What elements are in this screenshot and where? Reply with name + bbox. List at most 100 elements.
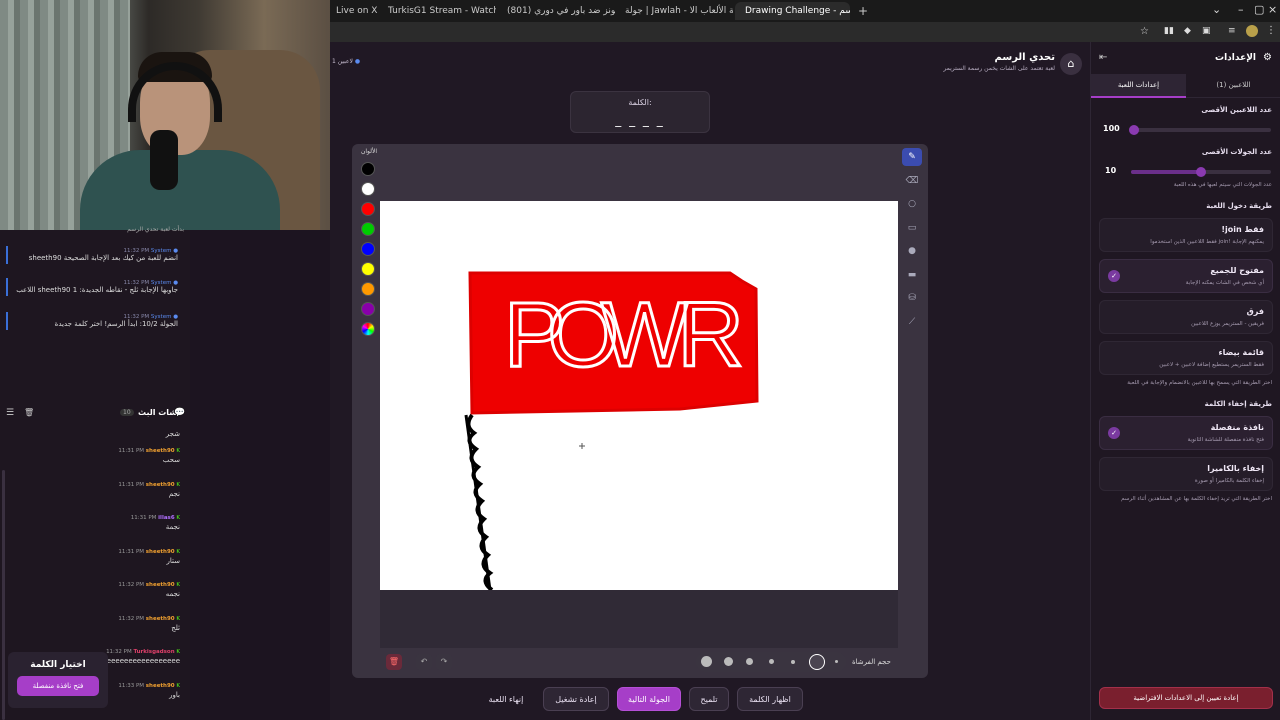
menu-icon[interactable]: ⋮ bbox=[1266, 25, 1276, 36]
max-rounds-slider[interactable] bbox=[1131, 167, 1271, 177]
chat-message: 11:32 PM sheeth90 K نجمه bbox=[118, 582, 180, 598]
kick-badge-icon: K bbox=[174, 481, 180, 488]
collapse-panel-icon[interactable]: ⇤ bbox=[1099, 52, 1107, 63]
settings-tabs: إعدادات اللعبة اللاعبين (1) bbox=[1091, 74, 1280, 98]
max-players-slider[interactable] bbox=[1128, 125, 1271, 135]
brush-size-xl[interactable] bbox=[701, 656, 712, 667]
browser-tab-1[interactable]: TurkisG1 Stream - Watch Live o × bbox=[378, 2, 496, 20]
chat-username[interactable]: illas6 bbox=[158, 515, 174, 521]
circle-outline-icon[interactable]: ○ bbox=[902, 195, 922, 213]
slider-knob[interactable] bbox=[1128, 125, 1139, 135]
trash-icon[interactable]: 🗑 bbox=[24, 408, 34, 417]
chat-username[interactable]: sheeth90 bbox=[146, 448, 175, 454]
settings-panel: ⇤ الإعدادات ⚙ إعدادات اللعبة اللاعبين (1… bbox=[1090, 42, 1280, 720]
kick-badge-icon: K bbox=[174, 649, 180, 655]
drawing-canvas[interactable]: POW R bbox=[380, 201, 898, 592]
rectangle-fill-icon[interactable]: ▬ bbox=[902, 266, 922, 284]
end-game-button[interactable]: إنهاء اللعبة bbox=[478, 687, 534, 711]
join-option[interactable]: فرق فريقين - الستريمر يوزع اللاعبين bbox=[1099, 300, 1273, 334]
hide-option[interactable]: نافذة منفصلة فتح نافذة منفصلة للشاشة الثا… bbox=[1099, 416, 1273, 450]
check-icon: ✓ bbox=[1108, 427, 1120, 439]
brush-size-sm[interactable] bbox=[769, 659, 774, 664]
restart-button[interactable]: إعادة تشغيل bbox=[543, 687, 609, 711]
slider-knob[interactable] bbox=[1196, 167, 1206, 177]
fill-bucket-icon[interactable]: ⛁ bbox=[902, 289, 922, 307]
hide-option[interactable]: إخفاء بالكاميرا إخفاء الكلمة بالكاميرا أو… bbox=[1099, 457, 1273, 491]
chat-scrollbar[interactable] bbox=[2, 470, 5, 720]
undo-button[interactable]: ↶ bbox=[416, 654, 432, 670]
chat-message: 11:31 PM sheeth90 K ستار bbox=[118, 548, 180, 565]
brush-size-md[interactable] bbox=[746, 658, 753, 665]
tune-icon[interactable]: ≡ bbox=[1228, 26, 1236, 36]
chat-message: 11:31 PM sheeth90 K نجم bbox=[118, 481, 180, 498]
color-swatch[interactable] bbox=[361, 162, 375, 176]
next-round-button[interactable]: الجولة التالية bbox=[617, 687, 681, 711]
join-option[interactable]: قائمة بيضاء فقط الستريمر يستطيع إضافة لاع… bbox=[1099, 341, 1273, 375]
diamond-icon[interactable]: ◆ bbox=[1184, 26, 1191, 36]
word-display: الكلمة: _ _ _ _ bbox=[570, 91, 710, 133]
chat-username[interactable]: sheeth90 bbox=[146, 482, 175, 488]
webcam-overlay bbox=[0, 0, 330, 230]
color-swatch[interactable] bbox=[361, 222, 375, 236]
dropdown-icon[interactable]: ⌄ bbox=[1212, 3, 1221, 16]
circle-fill-icon[interactable]: ● bbox=[902, 242, 922, 260]
pencil-icon[interactable]: ✎ bbox=[902, 148, 922, 166]
color-swatch[interactable] bbox=[361, 282, 375, 296]
line-icon[interactable]: ⟋ bbox=[902, 313, 922, 331]
star-icon[interactable]: ☆ bbox=[1140, 26, 1149, 37]
list-icon[interactable]: ☰ bbox=[6, 408, 14, 418]
color-swatch[interactable] bbox=[361, 242, 375, 256]
brush-size-xs[interactable] bbox=[791, 660, 795, 664]
tab-players[interactable]: اللاعبين (1) bbox=[1186, 74, 1280, 98]
browser-tab-4[interactable]: Drawing Challenge - تحدي الرسم × bbox=[735, 2, 850, 20]
color-swatch[interactable] bbox=[361, 262, 375, 276]
reset-defaults-button[interactable]: إعادة تعيين إلى الاعدادات الافتراضية bbox=[1099, 687, 1273, 709]
color-swatch[interactable] bbox=[361, 202, 375, 216]
brush-size-lg[interactable] bbox=[724, 657, 733, 666]
puzzle-icon[interactable]: ▣ bbox=[1202, 26, 1211, 36]
brush-size-xxs[interactable] bbox=[835, 660, 838, 663]
left-chat-panel: بدأت لعبة تحدي الرسم 11:32 PM System ● s… bbox=[0, 226, 190, 720]
eraser-icon[interactable]: ⌫ bbox=[902, 172, 922, 190]
brush-size-selected[interactable] bbox=[809, 654, 825, 670]
custom-color-picker[interactable] bbox=[361, 322, 375, 336]
redo-button[interactable]: ↷ bbox=[436, 654, 452, 670]
maximize-icon[interactable]: ▢ bbox=[1254, 3, 1264, 16]
color-swatch[interactable] bbox=[361, 182, 375, 196]
chat-username[interactable]: Turkisgadson bbox=[133, 649, 174, 655]
browser-tab-2[interactable]: (801) فالكونز ضد باور في دوري × bbox=[497, 2, 615, 20]
chat-message: 11:31 PM sheeth90 K سحب bbox=[118, 448, 180, 464]
tab-game-settings[interactable]: إعدادات اللعبة bbox=[1091, 74, 1186, 98]
home-button[interactable]: ⌂ bbox=[1060, 53, 1082, 75]
extension-icon[interactable]: ▮▮ bbox=[1164, 26, 1174, 36]
check-icon: ✓ bbox=[1108, 270, 1120, 282]
window-close-icon[interactable]: × bbox=[1268, 3, 1277, 16]
max-players-label: عدد اللاعبين الأقصى bbox=[1201, 106, 1272, 114]
join-option[interactable]: !join فقط فقط اللاعبين الذين استخدموا joi… bbox=[1099, 218, 1273, 252]
crosshair-cursor bbox=[579, 443, 585, 449]
chat-username[interactable]: sheeth90 bbox=[146, 582, 175, 588]
browser-tab-0[interactable]: Live on X × bbox=[330, 2, 378, 20]
page-subtitle: لعبة تعتمد على الشات يخمن رسمة الستريمر bbox=[943, 65, 1055, 72]
profile-avatar[interactable] bbox=[1246, 25, 1258, 37]
new-tab-button[interactable]: + bbox=[852, 2, 868, 20]
brush-toolbar: 🗑 ↶ ↷ حجم الفرشاة bbox=[380, 652, 898, 674]
chat-username[interactable]: sheeth90 bbox=[146, 683, 175, 689]
chat-username[interactable]: sheeth90 bbox=[146, 616, 175, 622]
open-window-button[interactable]: فتح نافذة منفصلة bbox=[17, 676, 99, 696]
partial-message: بدأت لعبة تحدي الرسم bbox=[127, 226, 184, 233]
trash-button[interactable]: 🗑 bbox=[386, 654, 402, 670]
hint-button[interactable]: تلميح bbox=[689, 687, 729, 711]
show-word-button[interactable]: اظهار الكلمة bbox=[737, 687, 803, 711]
minimize-icon[interactable]: – bbox=[1238, 3, 1244, 16]
undo-icon: ↶ bbox=[420, 657, 428, 666]
tab-label: Drawing Challenge - تحدي الرسم bbox=[745, 6, 850, 16]
chat-username[interactable]: sheeth90 bbox=[146, 549, 175, 555]
rectangle-outline-icon[interactable]: ▭ bbox=[902, 219, 922, 237]
chat-message: شجر bbox=[165, 430, 180, 438]
pole-scribble bbox=[466, 413, 494, 592]
color-swatch[interactable] bbox=[361, 302, 375, 316]
system-message: 11:32 PM System ● اللاعب sheeth90 جاوبها… bbox=[6, 278, 184, 296]
browser-tab-3[interactable]: جولة | Jawlah - منصة الألعاب الا × bbox=[615, 2, 733, 20]
join-option[interactable]: مفتوح للجميع أي شخص في الشات يمكنه الإجاب… bbox=[1099, 259, 1273, 293]
